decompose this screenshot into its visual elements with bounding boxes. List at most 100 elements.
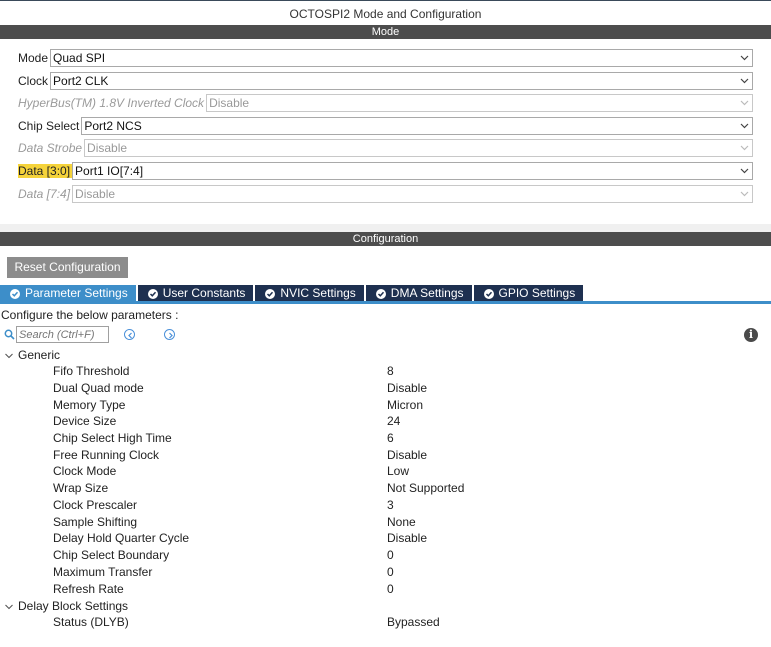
clock-select[interactable]: Port2 CLK [50,72,753,90]
param-name: Chip Select Boundary [53,548,170,562]
param-value: 0 [387,548,394,562]
data-3-0-select[interactable]: Port1 IO[7:4] [72,162,753,180]
tab-dma-settings[interactable]: DMA Settings [365,285,472,302]
search-next-icon[interactable] [164,329,175,340]
data-7-4-field-row: Data [7:4] Disable [18,185,753,203]
param-value: 0 [387,565,394,579]
param-name: Wrap Size [53,481,109,495]
param-name: Device Size [53,414,117,428]
param-value: 3 [387,498,394,512]
param-name: Dual Quad mode [53,381,144,395]
check-circle-icon [265,288,276,299]
param-row[interactable]: Sample Shifting None [53,515,753,531]
check-circle-icon [375,288,386,299]
tab-parameter-settings[interactable]: Parameter Settings [0,285,136,302]
window-title: OCTOSPI2 Mode and Configuration [0,0,771,25]
data-3-0-label: Data [3:0] [18,164,73,178]
configure-instructions: Configure the below parameters : [1,308,179,322]
mode-select-value: Quad SPI [53,51,106,65]
param-name: Fifo Threshold [53,364,130,378]
mode-field-row: Mode Quad SPI [18,49,753,67]
data-strobe-select: Disable [84,139,753,157]
search-previous-icon[interactable] [124,329,135,340]
chevron-down-icon[interactable] [740,54,749,62]
group-generic[interactable]: Generic [4,347,60,363]
tab-label: GPIO Settings [498,286,576,300]
chevron-down-icon[interactable] [740,77,749,85]
param-value: Not Supported [387,481,465,495]
param-value: Micron [387,398,424,412]
hyperbus-field-row: HyperBus(TM) 1.8V Inverted Clock Disable [18,94,753,112]
param-name: Status (DLYB) [53,615,129,629]
group-label: Generic [18,348,61,362]
chevron-down-icon[interactable] [4,601,14,611]
param-row[interactable]: Clock Mode Low [53,464,753,480]
param-value: Bypassed [387,615,440,629]
param-value: None [387,515,416,529]
param-name: Delay Hold Quarter Cycle [53,531,190,545]
data-7-4-label: Data [7:4] [18,187,71,201]
data-strobe-value: Disable [87,141,128,155]
data-7-4-value: Disable [75,187,116,201]
param-name: Sample Shifting [53,515,138,529]
param-name: Maximum Transfer [53,565,153,579]
chevron-down-icon [740,99,749,107]
chevron-down-icon[interactable] [740,167,749,175]
hyperbus-select-value: Disable [209,96,250,110]
tab-nvic-settings[interactable]: NVIC Settings [255,285,364,302]
search-row [4,326,175,343]
param-row[interactable]: Fifo Threshold 8 [53,364,753,380]
param-name: Clock Mode [53,464,117,478]
param-name: Free Running Clock [53,448,160,462]
chip-select-field-row: Chip Select Port2 NCS [18,117,753,135]
tab-label: User Constants [162,286,246,300]
search-input[interactable] [16,326,109,343]
mode-section-header: Mode [0,25,771,39]
tab-user-constants[interactable]: User Constants [137,285,254,302]
check-circle-icon [147,288,158,299]
param-name: Refresh Rate [53,582,124,596]
chevron-down-icon [740,190,749,198]
reset-configuration-button[interactable]: Reset Configuration [7,257,128,278]
hyperbus-select: Disable [206,94,753,112]
param-row[interactable]: Status (DLYB) Bypassed [53,615,753,631]
param-value: Disable [387,381,428,395]
param-value: Disable [387,448,428,462]
param-row[interactable]: Wrap Size Not Supported [53,481,753,497]
param-row[interactable]: Chip Select Boundary 0 [53,548,753,564]
param-row[interactable]: Delay Hold Quarter Cycle Disable [53,531,753,547]
hyperbus-label: HyperBus(TM) 1.8V Inverted Clock [18,96,205,110]
group-delay-block-settings[interactable]: Delay Block Settings [4,598,128,614]
param-row[interactable]: Clock Prescaler 3 [53,498,753,514]
chip-select-select[interactable]: Port2 NCS [81,117,753,135]
param-row[interactable]: Dual Quad mode Disable [53,381,753,397]
param-value: Low [387,464,410,478]
chip-select-value: Port2 NCS [84,119,142,133]
clock-field-row: Clock Port2 CLK [18,72,753,90]
param-row[interactable]: Free Running Clock Disable [53,448,753,464]
tab-gpio-settings[interactable]: GPIO Settings [473,285,584,302]
param-row[interactable]: Device Size 24 [53,414,753,430]
chevron-down-icon[interactable] [4,350,14,360]
param-value: 8 [387,364,394,378]
tab-label: NVIC Settings [280,286,356,300]
chevron-down-icon[interactable] [740,122,749,130]
chip-select-label: Chip Select [18,119,80,133]
data-3-0-field-row: Data [3:0] Port1 IO[7:4] [18,162,753,180]
tab-underline [0,301,771,304]
mode-label: Mode [18,51,49,65]
clock-label: Clock [18,74,49,88]
data-strobe-label: Data Strobe [18,141,83,155]
param-row[interactable]: Memory Type Micron [53,398,753,414]
data-3-0-value: Port1 IO[7:4] [75,164,144,178]
check-circle-icon [483,288,494,299]
param-row[interactable]: Refresh Rate 0 [53,582,753,598]
param-row[interactable]: Maximum Transfer 0 [53,565,753,581]
info-icon[interactable]: i [744,328,758,342]
check-circle-icon [10,288,20,299]
data-7-4-select: Disable [72,185,753,203]
param-value: Disable [387,531,428,545]
param-row[interactable]: Chip Select High Time 6 [53,431,753,447]
param-name: Clock Prescaler [53,498,138,512]
mode-select[interactable]: Quad SPI [50,49,753,67]
